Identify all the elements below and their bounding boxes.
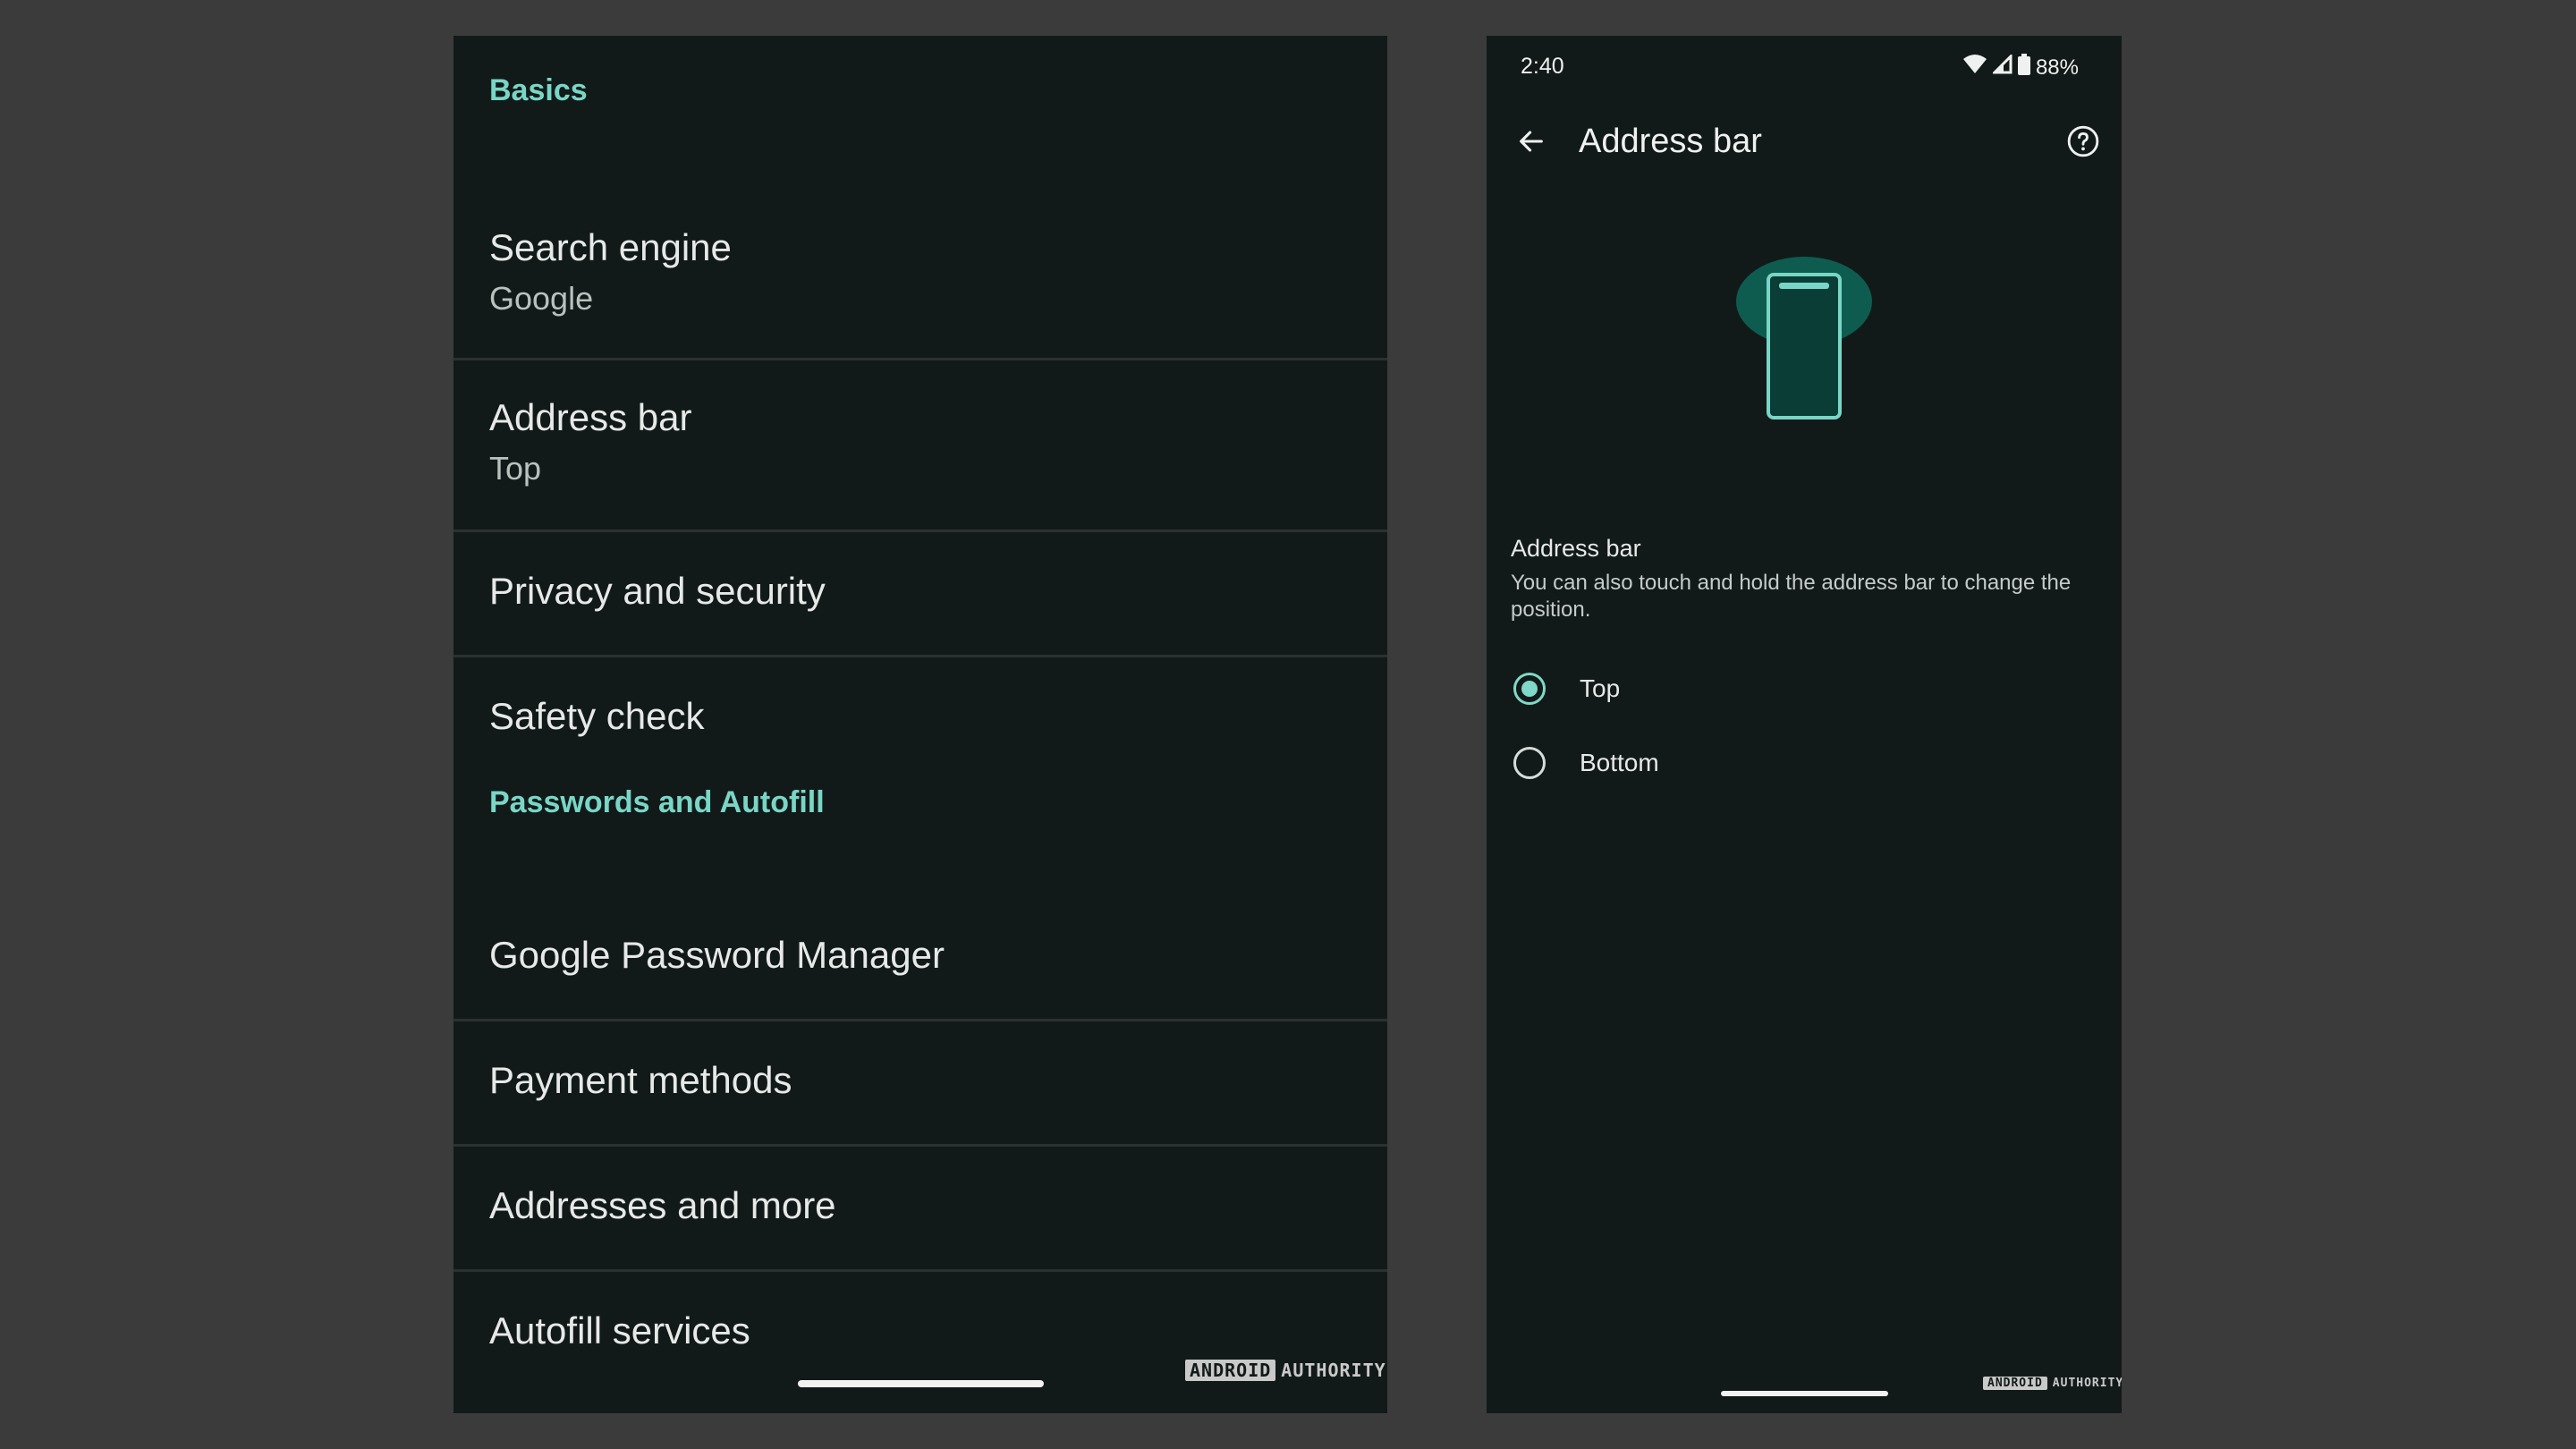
radio-button[interactable] bbox=[1513, 673, 1546, 705]
settings-item-password-manager[interactable]: Google Password Manager bbox=[453, 896, 1387, 1021]
settings-item-address-bar[interactable]: Address bar Top bbox=[453, 360, 1387, 532]
chrome-settings-panel: Basics Search engine Google Address bar … bbox=[453, 36, 1387, 1413]
address-bar-settings-panel: 2:40 88% Address bar Address bar You can… bbox=[1487, 36, 2122, 1413]
status-time: 2:40 bbox=[1521, 54, 1564, 79]
settings-item-title: Google Password Manager bbox=[489, 934, 945, 976]
section-header-passwords: Passwords and Autofill bbox=[489, 785, 825, 819]
help-circle-icon bbox=[2067, 125, 2099, 157]
radio-option-label: Top bbox=[1580, 674, 1621, 702]
section-description: You can also touch and hold the address … bbox=[1511, 571, 2072, 622]
wifi-icon bbox=[1962, 54, 1987, 81]
section-header-basics: Basics bbox=[489, 73, 588, 107]
settings-item-title: Addresses and more bbox=[489, 1184, 836, 1226]
back-button[interactable] bbox=[1512, 122, 1551, 161]
radio-button[interactable] bbox=[1513, 747, 1546, 779]
radio-option-bottom[interactable]: Bottom bbox=[1513, 736, 2086, 790]
gesture-nav-bar[interactable] bbox=[798, 1380, 1044, 1387]
radio-option-top[interactable]: Top bbox=[1513, 662, 2086, 716]
watermark-boxed-text: ANDROID bbox=[1185, 1360, 1276, 1381]
settings-item-title: Payment methods bbox=[489, 1059, 792, 1101]
address-bar-position-illustration bbox=[1733, 255, 1876, 461]
watermark: ANDROID AUTHORITY bbox=[1983, 1377, 2122, 1390]
radio-selected-dot bbox=[1521, 681, 1538, 697]
page-title: Address bar bbox=[1579, 123, 1762, 160]
settings-item-autofill-services[interactable]: Autofill services bbox=[453, 1272, 1387, 1370]
settings-item-privacy-security[interactable]: Privacy and security bbox=[453, 532, 1387, 657]
settings-item-value: Google bbox=[489, 280, 594, 317]
settings-item-title: Address bar bbox=[489, 396, 692, 438]
arrow-left-icon bbox=[1520, 131, 1543, 152]
settings-item-title: Safety check bbox=[489, 695, 705, 737]
cell-signal-icon bbox=[1991, 53, 2012, 80]
section-title: Address bar bbox=[1511, 535, 1641, 562]
radio-option-label: Bottom bbox=[1580, 749, 1659, 776]
settings-item-title: Autofill services bbox=[489, 1309, 750, 1352]
watermark: ANDROID AUTHORITY bbox=[1185, 1360, 1386, 1381]
battery-icon bbox=[2017, 54, 2030, 81]
watermark-text: AUTHORITY bbox=[1281, 1360, 1386, 1381]
watermark-boxed-text: ANDROID bbox=[1983, 1377, 2047, 1390]
battery-percent: 88% bbox=[2035, 55, 2079, 80]
gesture-nav-bar[interactable] bbox=[1721, 1391, 1888, 1396]
settings-item-addresses[interactable]: Addresses and more bbox=[453, 1147, 1387, 1272]
status-icons: 88% bbox=[1962, 53, 2079, 81]
settings-item-safety-check[interactable]: Safety check bbox=[453, 657, 1387, 783]
help-button[interactable] bbox=[2063, 122, 2103, 161]
settings-item-title: Search engine bbox=[489, 226, 732, 268]
settings-item-search-engine[interactable]: Search engine Google bbox=[453, 183, 1387, 360]
settings-item-value: Top bbox=[489, 450, 542, 487]
watermark-text: AUTHORITY bbox=[2052, 1377, 2122, 1390]
settings-item-title: Privacy and security bbox=[489, 570, 826, 612]
settings-item-payment-methods[interactable]: Payment methods bbox=[453, 1021, 1387, 1147]
